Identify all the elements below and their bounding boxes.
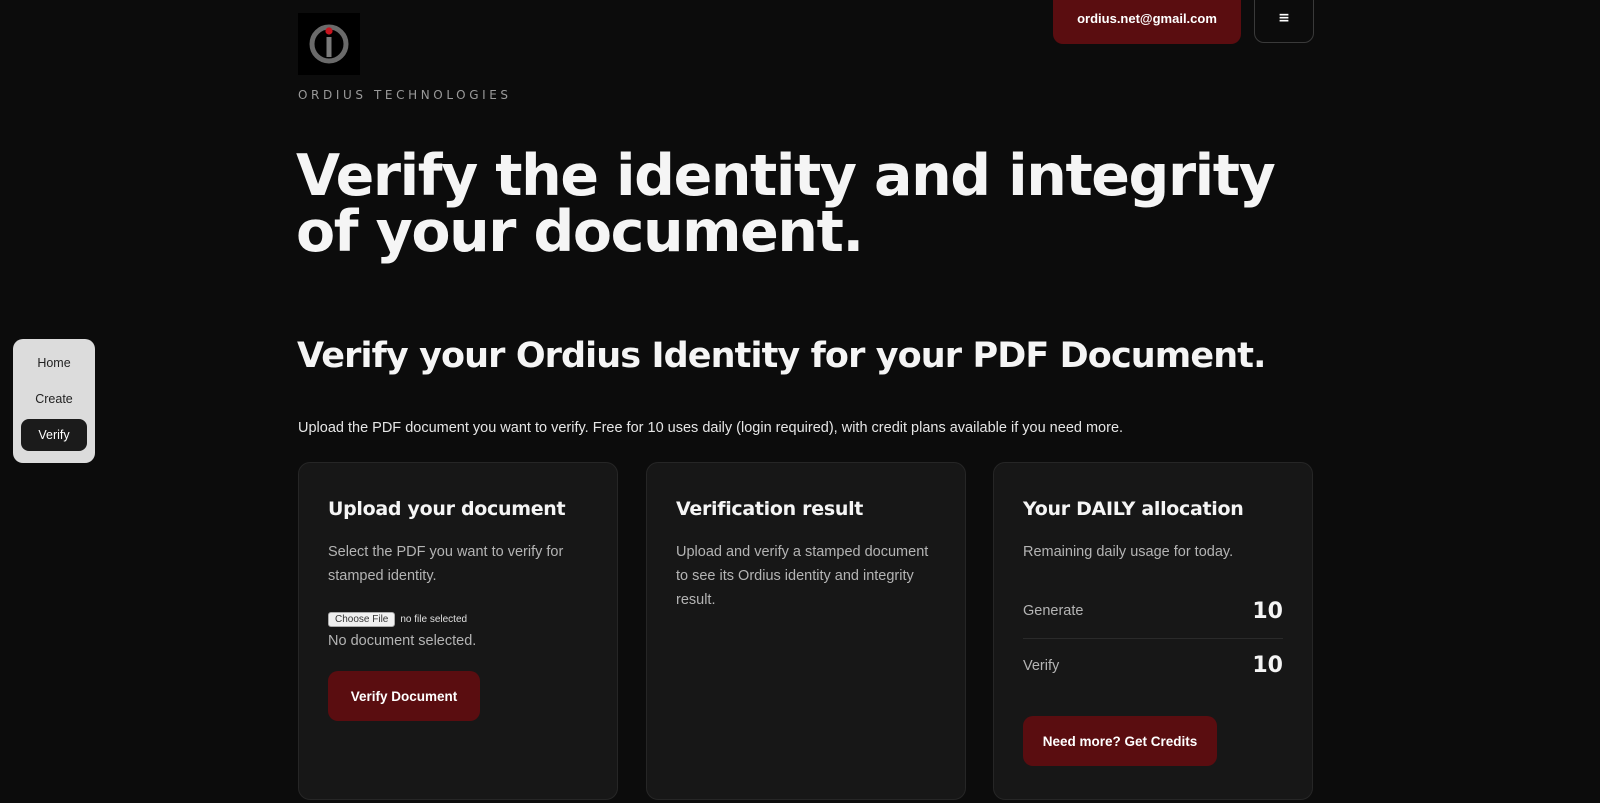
allocation-row-verify: Verify 10 bbox=[1023, 638, 1283, 692]
allocation-list: Generate 10 Verify 10 bbox=[1023, 584, 1283, 692]
upload-card-title: Upload your document bbox=[328, 498, 566, 520]
get-credits-button[interactable]: Need more? Get Credits bbox=[1023, 716, 1217, 766]
allocation-value: 10 bbox=[1252, 653, 1283, 678]
upload-card: Upload your document Select the PDF you … bbox=[298, 462, 618, 800]
no-document-text: No document selected. bbox=[328, 633, 477, 649]
ordius-logo[interactable] bbox=[298, 13, 360, 75]
side-nav: Home Create Verify bbox=[13, 339, 95, 463]
file-input: Choose File no file selected bbox=[328, 612, 588, 627]
page: ORDIUS TECHNOLOGIES ordius.net@gmail.com… bbox=[0, 0, 1600, 803]
result-card: Verification result Upload and verify a … bbox=[646, 462, 966, 800]
nav-item-create[interactable]: Create bbox=[21, 383, 87, 415]
section-title: Verify your Ordius Identity for your PDF… bbox=[297, 336, 1266, 376]
upload-card-description: Select the PDF you want to verify for st… bbox=[328, 544, 564, 584]
result-card-title: Verification result bbox=[676, 498, 864, 520]
account-email-button[interactable]: ordius.net@gmail.com bbox=[1053, 0, 1241, 44]
verify-document-button[interactable]: Verify Document bbox=[328, 671, 480, 721]
menu-button[interactable]: ≡ bbox=[1254, 0, 1314, 43]
brand-name: ORDIUS TECHNOLOGIES bbox=[298, 88, 512, 102]
result-card-description: Upload and verify a stamped document to … bbox=[676, 544, 929, 608]
allocation-value: 10 bbox=[1252, 598, 1283, 624]
allocation-card: Your DAILY allocation Remaining daily us… bbox=[993, 462, 1313, 800]
hero-title: Verify the identity and integrity of you… bbox=[296, 143, 1276, 265]
allocation-card-title: Your DAILY allocation bbox=[1023, 498, 1244, 520]
nav-item-verify[interactable]: Verify bbox=[21, 419, 87, 451]
choose-file-button[interactable]: Choose File bbox=[328, 612, 396, 627]
nav-item-home[interactable]: Home bbox=[21, 347, 87, 379]
allocation-label: Verify bbox=[1023, 657, 1060, 674]
hamburger-icon: ≡ bbox=[1278, 10, 1290, 26]
allocation-card-description: Remaining daily usage for today. bbox=[1023, 544, 1234, 560]
section-intro: Upload the PDF document you want to veri… bbox=[298, 420, 1124, 436]
file-status: no file selected bbox=[400, 614, 468, 625]
allocation-label: Generate bbox=[1023, 603, 1084, 619]
allocation-row-generate: Generate 10 bbox=[1023, 584, 1283, 638]
logo-icon bbox=[309, 24, 349, 64]
